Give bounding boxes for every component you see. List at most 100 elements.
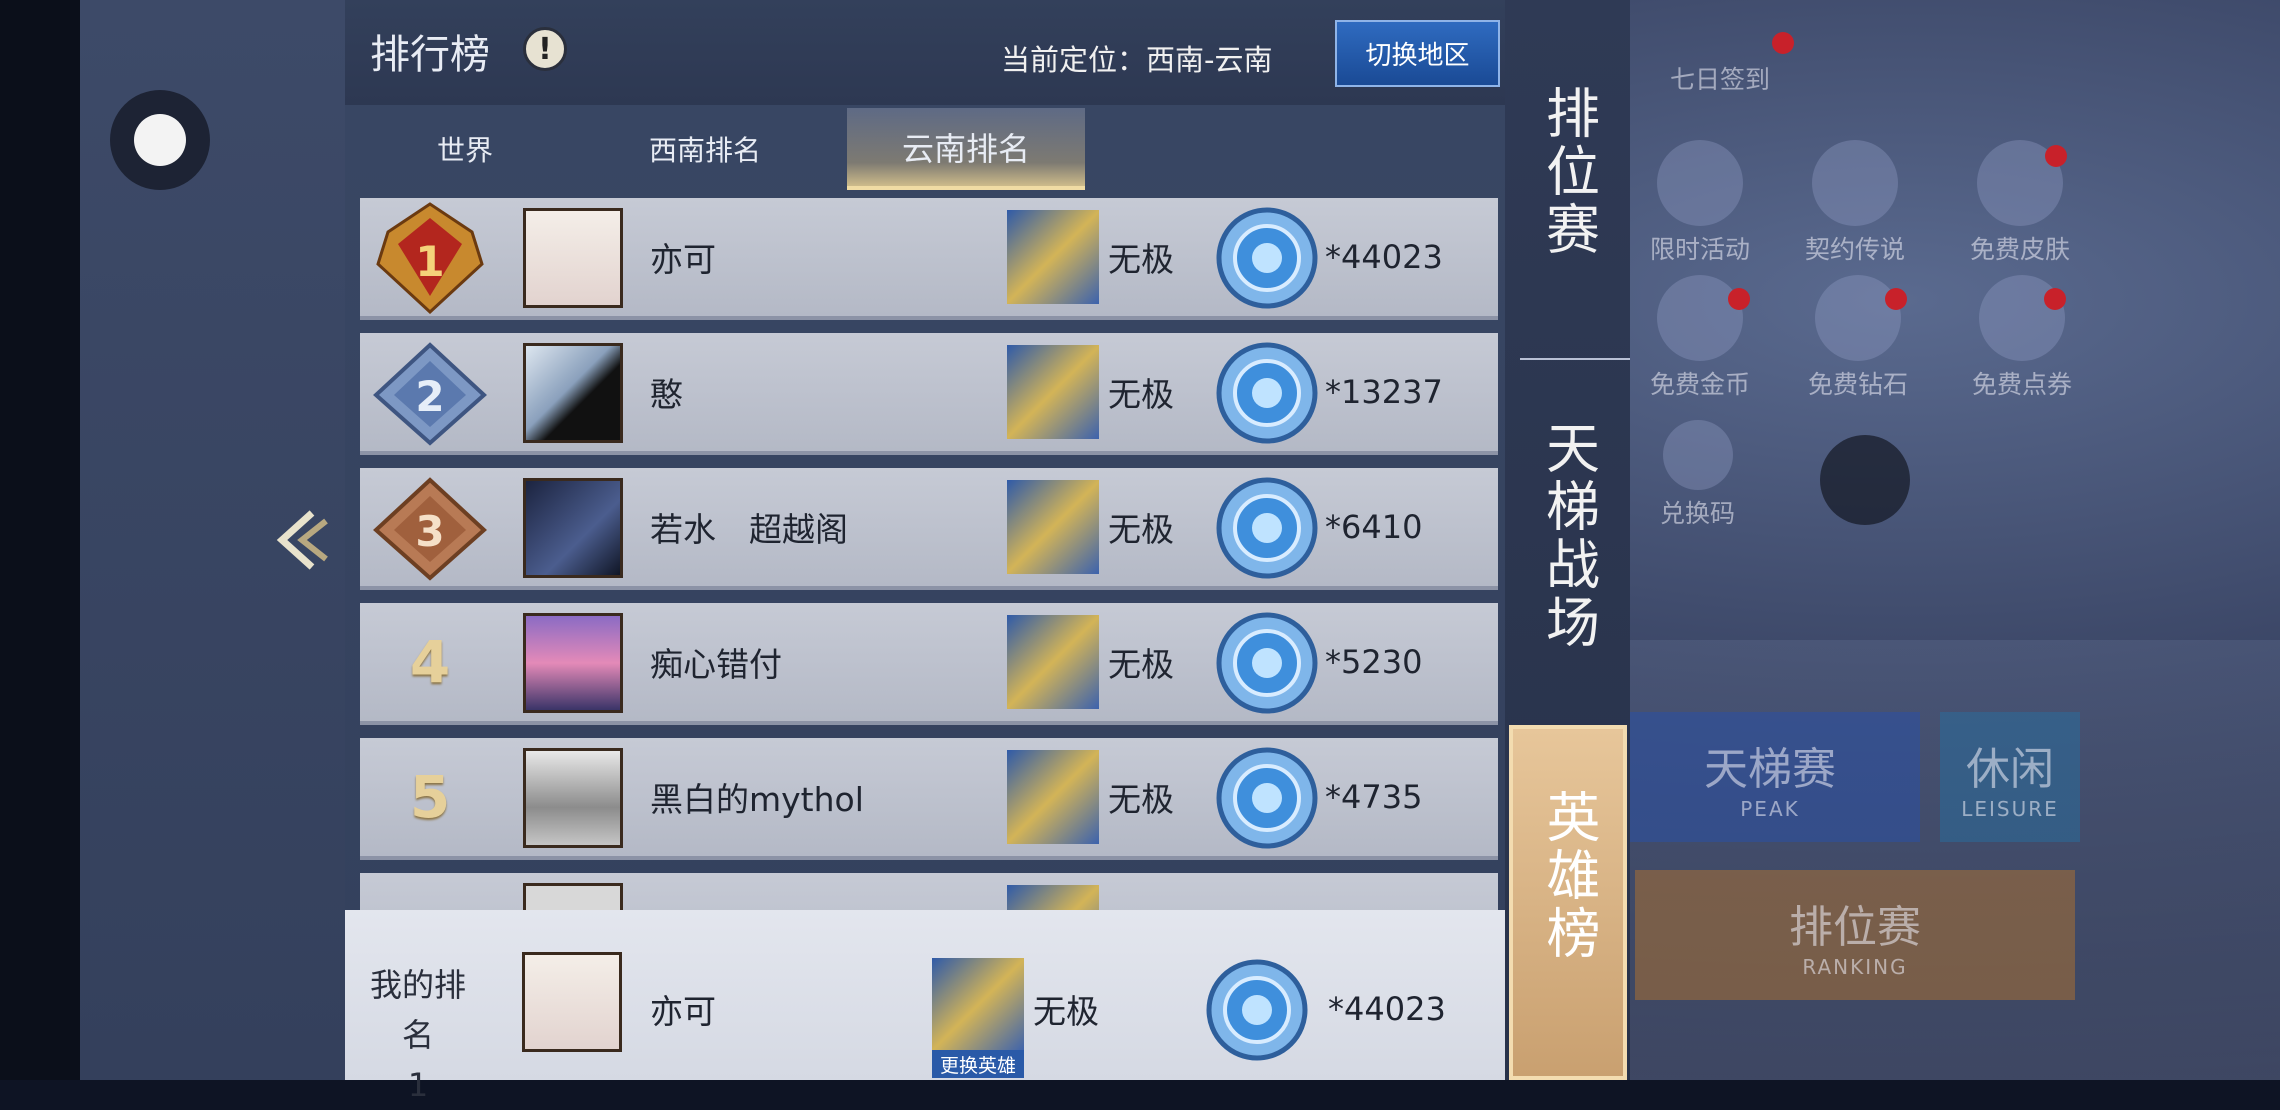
table-row[interactable]: 1 亦可 无极 *44023 bbox=[360, 198, 1498, 320]
collapse-chevron-icon[interactable] bbox=[272, 505, 332, 575]
leaderboard-panel: 排行榜 ! 当前定位：西南-云南 切换地区 世界 西南排名 云南排名 1 亦可 … bbox=[345, 0, 1505, 1104]
daily-signin-label: 七日签到 bbox=[1670, 65, 1771, 94]
diamond-rank-icon bbox=[1216, 747, 1318, 849]
hero-name: 无极 bbox=[1108, 240, 1174, 279]
leisure-label: 休闲 bbox=[1966, 744, 2054, 795]
medal-rank: 3 bbox=[415, 507, 444, 556]
category-ranked-label: 排位赛 bbox=[1536, 85, 1600, 259]
category-hero-board[interactable]: 英雄榜 bbox=[1509, 725, 1627, 1080]
ranking-list[interactable]: 1 亦可 无极 *44023 2 憨 无极 *13237 3 若水 超越阁 无极… bbox=[360, 198, 1500, 910]
notification-dot bbox=[1885, 288, 1907, 310]
table-row[interactable]: 5 黑白的mythol 无极 *4735 bbox=[360, 738, 1498, 860]
avatar[interactable] bbox=[523, 208, 623, 308]
ladder-label: 天梯赛 bbox=[1704, 744, 1836, 795]
table-row[interactable]: 4 痴心错付 无极 *5230 bbox=[360, 603, 1498, 725]
ladder-en-label: PEAK bbox=[1740, 797, 1800, 821]
contract-legend-label: 契约传说 bbox=[1805, 235, 1906, 264]
tab-southwest[interactable]: 西南排名 bbox=[585, 108, 825, 190]
avatar[interactable] bbox=[523, 748, 623, 848]
leisure-en-label: LEISURE bbox=[1961, 797, 2059, 821]
avatar[interactable] bbox=[523, 883, 623, 910]
speaker-icon bbox=[1820, 435, 1910, 525]
diamond-rank-icon bbox=[1216, 342, 1318, 444]
avatar[interactable] bbox=[523, 613, 623, 713]
free-skin-label: 免费皮肤 bbox=[1970, 235, 2071, 264]
gold-medal-icon: 1 bbox=[376, 202, 484, 314]
notification-dot bbox=[1728, 288, 1750, 310]
change-hero-button[interactable]: 更换英雄 bbox=[932, 1050, 1024, 1078]
limited-event-label: 限时活动 bbox=[1650, 235, 1751, 264]
my-rank-row: 我的排名 1 亦可 更换英雄 无极 *44023 bbox=[345, 910, 1505, 1104]
free-diamond-label: 免费钻石 bbox=[1808, 370, 1909, 399]
ranked-en-label: RANKING bbox=[1802, 955, 1908, 979]
category-divider bbox=[1520, 358, 1630, 360]
table-row[interactable]: 2 憨 无极 *13237 bbox=[360, 333, 1498, 455]
diamond-rank-icon bbox=[1206, 959, 1308, 1061]
my-score: *44023 bbox=[1328, 990, 1446, 1028]
redeem-code-label: 兑换码 bbox=[1660, 499, 1736, 528]
limited-event-icon bbox=[1657, 140, 1743, 226]
player-score: *5230 bbox=[1325, 643, 1423, 681]
my-hero-name: 无极 bbox=[1033, 992, 1099, 1031]
free-gold-label: 免费金币 bbox=[1650, 370, 1751, 399]
hero-portrait bbox=[1007, 615, 1099, 709]
player-score: *13237 bbox=[1325, 373, 1443, 411]
leaderboard-header: 排行榜 ! 当前定位：西南-云南 切换地区 bbox=[345, 0, 1505, 105]
hero-portrait bbox=[1007, 480, 1099, 574]
player-name: 憨 bbox=[650, 375, 683, 414]
contract-legend-icon bbox=[1812, 140, 1898, 226]
tab-yunnan[interactable]: 云南排名 bbox=[847, 108, 1085, 190]
my-rank-label: 我的排名 1 bbox=[363, 960, 473, 1110]
bg-ladder-button: 天梯赛 PEAK bbox=[1620, 712, 1920, 842]
hero-portrait bbox=[1007, 210, 1099, 304]
hero-portrait bbox=[1007, 750, 1099, 844]
player-score: *44023 bbox=[1325, 238, 1443, 276]
bg-limited-event: 限时活动 bbox=[1650, 140, 1750, 266]
free-diamond-icon bbox=[1815, 275, 1901, 361]
hero-name: 无极 bbox=[1108, 510, 1174, 549]
background-floor bbox=[1540, 640, 2280, 1080]
hero-name: 无极 bbox=[1108, 375, 1174, 414]
diamond-rank-icon bbox=[1216, 207, 1318, 309]
avatar[interactable] bbox=[523, 343, 623, 443]
player-score: *6410 bbox=[1325, 508, 1423, 546]
current-location: 当前定位：西南-云南 bbox=[1001, 43, 1273, 77]
category-ranked[interactable]: 排位赛 bbox=[1505, 85, 1630, 259]
bronze-medal-icon: 3 bbox=[373, 477, 487, 581]
notification-dot bbox=[2045, 145, 2067, 167]
category-ladder[interactable]: 天梯战场 bbox=[1505, 420, 1630, 652]
free-gold-icon bbox=[1657, 275, 1743, 361]
table-row[interactable] bbox=[360, 873, 1498, 910]
hero-portrait bbox=[1007, 345, 1099, 439]
player-name: 亦可 bbox=[650, 240, 716, 279]
silver-medal-icon: 2 bbox=[373, 342, 487, 446]
my-rank-number: 1 bbox=[407, 1066, 429, 1104]
notification-dot bbox=[1772, 32, 1794, 54]
info-button[interactable]: ! bbox=[523, 27, 567, 71]
hero-name: 无极 bbox=[1108, 780, 1174, 819]
bg-ranked-button: 排位赛 RANKING bbox=[1635, 870, 2075, 1000]
ranked-label: 排位赛 bbox=[1789, 902, 1921, 953]
player-name: 黑白的mythol bbox=[650, 780, 864, 819]
floating-home-button[interactable] bbox=[110, 90, 210, 190]
switch-region-button[interactable]: 切换地区 bbox=[1335, 20, 1500, 87]
avatar[interactable] bbox=[523, 478, 623, 578]
bg-daily-signin: 七日签到 bbox=[1670, 30, 1770, 96]
medal-rank: 1 bbox=[415, 237, 444, 286]
home-dot-icon bbox=[134, 114, 186, 166]
my-hero-portrait[interactable] bbox=[932, 958, 1024, 1052]
tab-world[interactable]: 世界 bbox=[345, 108, 585, 190]
my-rank-title: 我的排名 bbox=[369, 966, 466, 1054]
region-tabs: 世界 西南排名 云南排名 bbox=[345, 108, 1505, 190]
my-avatar[interactable] bbox=[522, 952, 622, 1052]
notification-dot bbox=[2044, 288, 2066, 310]
table-row[interactable]: 3 若水 超越阁 无极 *6410 bbox=[360, 468, 1498, 590]
bg-contract-legend: 契约传说 bbox=[1805, 140, 1905, 266]
free-voucher-label: 免费点券 bbox=[1972, 370, 2073, 399]
medal-rank: 2 bbox=[415, 372, 444, 421]
bg-leisure-button: 休闲 LEISURE bbox=[1940, 712, 2080, 842]
my-player-name: 亦可 bbox=[650, 992, 716, 1031]
category-ladder-label: 天梯战场 bbox=[1536, 420, 1600, 652]
rank-number: 5 bbox=[409, 763, 451, 831]
hero-name: 无极 bbox=[1108, 645, 1174, 684]
